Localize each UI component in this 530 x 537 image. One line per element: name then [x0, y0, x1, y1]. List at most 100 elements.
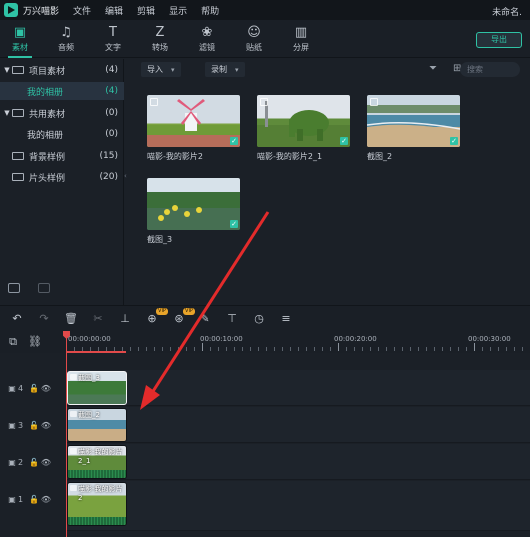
ruler-tick: [466, 347, 467, 351]
menu-view[interactable]: 显示: [169, 4, 187, 17]
sidebar-item-project-media[interactable]: ▼ 项目素材 (4): [0, 61, 124, 79]
timeline-clip[interactable]: 截图_3: [67, 371, 127, 405]
marker-icon[interactable]: ⊤: [225, 312, 239, 326]
filter-funnel-icon[interactable]: ⏷: [429, 64, 439, 74]
playhead-range: [66, 351, 126, 353]
menu-clip[interactable]: 剪辑: [137, 4, 155, 17]
link-icon[interactable]: ⛓: [28, 335, 42, 349]
delete-folder-icon[interactable]: [38, 283, 50, 293]
pen-icon[interactable]: ✎: [198, 312, 212, 326]
media-browser: 导入 ▾ 录制 ▾ ⏷ ⊞ 搜索 ✓ 喵影-我的影片2 ✓ 喵影-我的影片2_1…: [131, 59, 530, 305]
flowers-pond-image: [147, 192, 240, 230]
lock-icon[interactable]: 🔓: [28, 495, 40, 504]
tab-label: 音频: [58, 43, 74, 52]
image-clip-icon: [70, 374, 77, 380]
ruler-tick: [218, 347, 219, 351]
track-header-2: ▣ 2 🔓 👁: [0, 444, 66, 480]
media-label: 喵影-我的影片2: [147, 152, 203, 161]
playhead[interactable]: [66, 331, 67, 537]
split-screen-icon: ▥: [294, 25, 308, 40]
snap-icon[interactable]: ⧉: [6, 335, 20, 349]
tab-transition[interactable]: Z 转场: [140, 24, 180, 53]
timeline-clip[interactable]: 截图_2: [67, 408, 127, 442]
media-thumbnail[interactable]: ✓: [147, 178, 240, 230]
timeline-toolbar: ↶ ↷ 🗑 ✂ ⊥ ⊕ VIP ⊛ VIP ✎ ⊤ ◷ ≡: [0, 305, 530, 331]
eye-icon[interactable]: 👁: [40, 421, 52, 430]
checkmark-icon: ✓: [230, 137, 238, 145]
ruler-tick: [138, 347, 139, 351]
menu-help[interactable]: 帮助: [201, 4, 219, 17]
new-folder-icon[interactable]: [8, 283, 20, 293]
sidebar-item-intro-samples[interactable]: 片头样例 (20): [0, 168, 124, 186]
tab-audio[interactable]: ♫ 音频: [46, 24, 86, 53]
eye-icon[interactable]: 👁: [40, 384, 52, 393]
sidebar-item-shared-album[interactable]: 我的相册 (0): [0, 125, 124, 143]
tab-split-screen[interactable]: ▥ 分屏: [281, 24, 321, 53]
search-input[interactable]: 搜索: [460, 62, 520, 77]
checkmark-icon: ✓: [340, 137, 348, 145]
media-thumbnail[interactable]: ✓: [257, 95, 350, 147]
split-icon[interactable]: ⊥: [118, 312, 132, 326]
ruler-tick: [474, 343, 475, 351]
clip-title: 喵影-我的影片2: [78, 485, 123, 502]
windmill-image: [147, 99, 240, 147]
sidebar-item-count: (0): [105, 129, 118, 139]
timeline-clip[interactable]: 喵影-我的影片2: [67, 482, 127, 526]
lock-icon[interactable]: 🔓: [28, 421, 40, 430]
eye-icon[interactable]: 👁: [40, 495, 52, 504]
app-name: 万兴喵影: [23, 6, 60, 17]
sidebar-item-shared-media[interactable]: ▼ 共用素材 (0): [0, 104, 124, 122]
eye-icon[interactable]: 👁: [40, 458, 52, 467]
delete-icon[interactable]: 🗑: [64, 312, 78, 326]
ruler-tick: [194, 347, 195, 351]
ruler-tick: [314, 347, 315, 351]
import-dropdown[interactable]: 导入 ▾: [141, 62, 181, 77]
track-lane-3: 截图_2: [66, 407, 530, 443]
clock-icon[interactable]: ◷: [252, 312, 266, 326]
ruler-tick: [330, 347, 331, 351]
collapse-sidebar-icon[interactable]: ‹: [124, 172, 130, 182]
elephant-topiary-image: [257, 101, 350, 147]
expand-arrow-icon[interactable]: ▼: [2, 109, 12, 117]
tab-text[interactable]: T 文字: [93, 24, 133, 53]
export-button[interactable]: 导出: [476, 32, 522, 48]
folder-icon: [12, 66, 24, 74]
tab-sticker[interactable]: ☺ 贴纸: [234, 24, 274, 53]
tab-media[interactable]: ▣ 素材: [0, 24, 40, 58]
timecode-label: 00:00:20:00: [334, 335, 377, 343]
track-number: 2: [18, 457, 24, 467]
track-header-4: ▣ 4 🔓 👁: [0, 370, 66, 406]
menu-edit[interactable]: 编辑: [105, 4, 123, 17]
media-thumbnail[interactable]: ✓: [367, 95, 460, 147]
ruler-tick: [226, 347, 227, 351]
ruler-tick: [282, 347, 283, 351]
timeline-clip[interactable]: 喵影-我的影片2_1: [67, 445, 127, 479]
video-clip-icon: [70, 485, 77, 491]
app-logo-icon: [4, 3, 18, 17]
tab-label: 文字: [105, 43, 121, 52]
sidebar-item-background-samples[interactable]: 背景样例 (15): [0, 147, 124, 165]
ruler-tick: [498, 347, 499, 351]
undo-icon[interactable]: ↶: [10, 312, 24, 326]
media-toolbar: 导入 ▾ 录制 ▾ ⏷ ⊞ 搜索: [131, 59, 530, 81]
video-track-icon: ▣: [8, 383, 16, 393]
cut-icon[interactable]: ✂: [91, 312, 105, 326]
text-icon: T: [109, 25, 117, 40]
expand-arrow-icon[interactable]: ▼: [2, 66, 12, 74]
ruler-tick: [210, 347, 211, 351]
menu-file[interactable]: 文件: [73, 4, 91, 17]
ruler-tick: [186, 347, 187, 351]
media-thumbnail[interactable]: ✓: [147, 95, 240, 147]
lock-icon[interactable]: 🔓: [28, 458, 40, 467]
tab-filter[interactable]: ❀ 滤镜: [187, 24, 227, 53]
timeline-ruler[interactable]: 00:00:00:00 00:00:10:00 00:00:20:00 00:0…: [66, 331, 530, 353]
ruler-tick: [354, 347, 355, 351]
record-dropdown[interactable]: 录制 ▾: [205, 62, 245, 77]
ruler-tick: [162, 347, 163, 351]
ruler-tick: [450, 347, 451, 351]
sidebar-item-my-album[interactable]: 我的相册 (4): [0, 82, 124, 100]
adjust-icon[interactable]: ≡: [279, 312, 293, 326]
lock-icon[interactable]: 🔓: [28, 384, 40, 393]
redo-icon[interactable]: ↷: [37, 312, 51, 326]
ruler-tick: [322, 347, 323, 351]
